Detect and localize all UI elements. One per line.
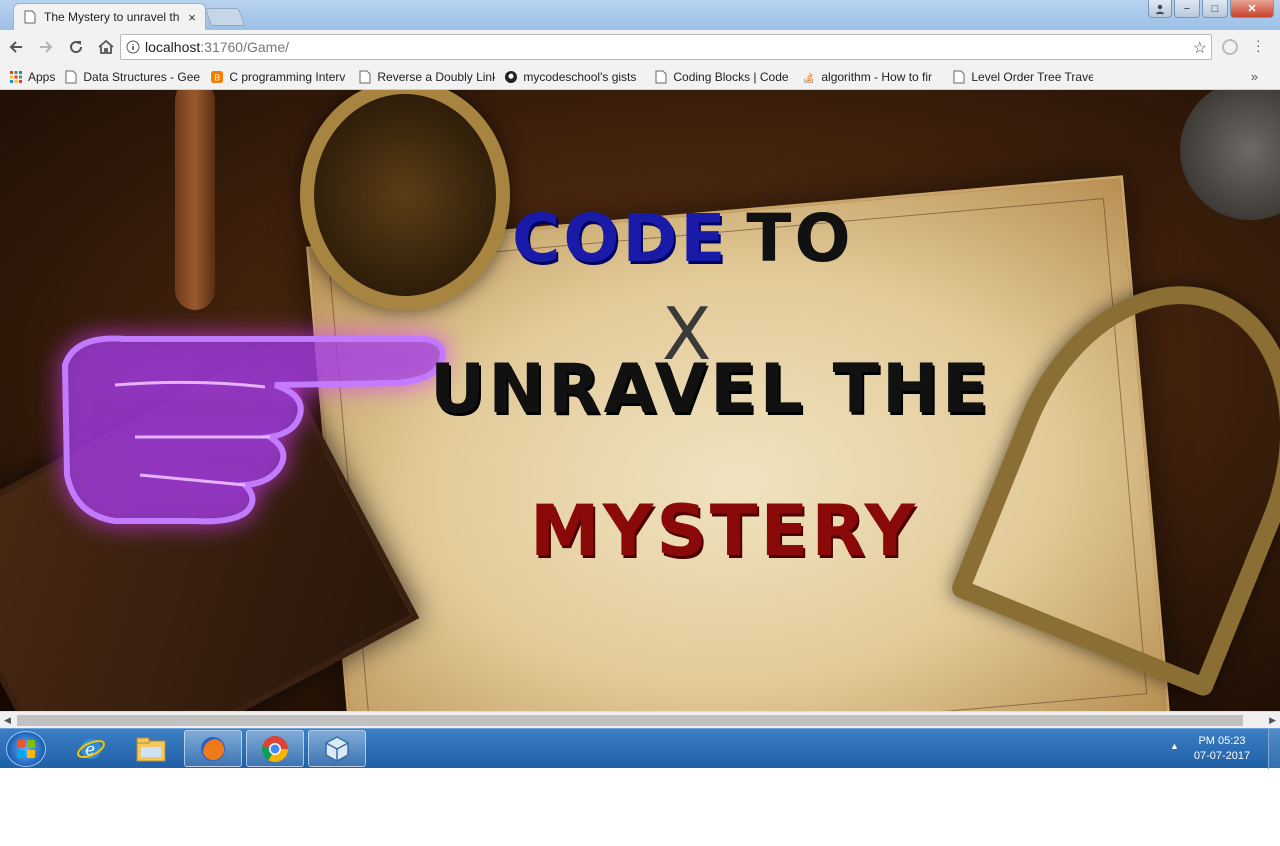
bookmark-label: Apps <box>28 69 56 84</box>
windows-taskbar: e ▲ PM 05:23 07-07-2017 <box>0 728 1280 769</box>
profile-button[interactable] <box>1148 0 1172 18</box>
url-host: localhost <box>145 39 201 55</box>
page-icon <box>65 70 77 83</box>
start-button[interactable] <box>6 731 46 767</box>
tab-close-button[interactable]: × <box>185 10 199 25</box>
info-icon[interactable] <box>121 40 145 54</box>
bookmark-data-structures[interactable]: Data Structures - Gee <box>65 70 201 84</box>
windows-logo-icon <box>17 740 35 758</box>
scroll-right-icon[interactable]: ▶ <box>1269 715 1276 726</box>
title-line-1: CODE TO <box>512 200 854 277</box>
page-icon <box>359 70 371 83</box>
bookmark-label: Data Structures - Gee <box>83 69 201 84</box>
reload-button[interactable] <box>62 33 90 61</box>
back-button[interactable] <box>2 33 30 61</box>
bookmark-level-order[interactable]: Level Order Tree Trave <box>953 70 1093 84</box>
bookmark-apps[interactable]: Apps <box>10 70 55 84</box>
wrench-image <box>175 90 215 310</box>
page-icon <box>24 10 36 24</box>
system-clock[interactable]: PM 05:23 07-07-2017 <box>1182 734 1262 764</box>
maximize-button[interactable]: □ <box>1202 0 1228 18</box>
forward-button[interactable] <box>32 33 60 61</box>
window-controls: − □ ✕ <box>1148 0 1274 18</box>
taskbar-internet-explorer[interactable]: e <box>62 730 120 767</box>
file-explorer-icon <box>136 737 166 761</box>
horizontal-scrollbar[interactable]: ◀ ▶ <box>0 711 1280 728</box>
virtualbox-icon <box>325 735 349 762</box>
pointing-hand-icon[interactable] <box>55 325 455 525</box>
github-icon <box>505 70 518 83</box>
metal-pot-image <box>1180 90 1280 220</box>
arrow-right-icon <box>40 41 53 53</box>
close-window-button[interactable]: ✕ <box>1230 0 1274 18</box>
bookmark-label: Coding Blocks | Code <box>673 69 789 84</box>
apps-grid-icon <box>10 70 22 83</box>
bookmark-label: C programming Interv <box>229 69 346 84</box>
chrome-menu-icon[interactable]: · · · <box>1256 33 1262 57</box>
url-path: :31760/Game/ <box>200 39 289 55</box>
internet-explorer-icon: e <box>77 738 105 760</box>
bookmark-reverse-doubly[interactable]: Reverse a Doubly Link <box>359 70 495 84</box>
user-icon <box>1156 4 1164 14</box>
bookmark-algorithm[interactable]: algorithm - How to fir <box>803 70 943 84</box>
scrollbar-thumb[interactable] <box>17 715 1243 726</box>
page-icon <box>655 70 667 83</box>
browser-title-bar: The Mystery to unravel th × − □ ✕ <box>0 0 1280 30</box>
sundial-compass-image <box>300 90 510 310</box>
browser-tab-active[interactable]: The Mystery to unravel th × <box>13 3 206 30</box>
address-bar[interactable]: localhost :31760/Game/ ☆ <box>120 34 1212 60</box>
extension-icon[interactable] <box>1222 39 1238 55</box>
svg-text:B: B <box>215 72 221 82</box>
scroll-left-icon[interactable]: ◀ <box>4 715 11 726</box>
clock-time: PM 05:23 <box>1198 735 1246 747</box>
show-hidden-icons-button[interactable]: ▲ <box>1170 741 1179 751</box>
game-splash: CODE TO X UNRAVEL THE MYSTERY <box>0 90 1280 711</box>
minimize-button[interactable]: − <box>1174 0 1200 18</box>
home-icon <box>98 39 114 54</box>
bookmark-label: algorithm - How to fir <box>821 69 933 84</box>
new-tab-button[interactable] <box>204 8 246 26</box>
clock-date: 07-07-2017 <box>1193 750 1251 762</box>
stackoverflow-icon <box>804 72 814 83</box>
bookmark-label: Level Order Tree Trave <box>971 69 1094 84</box>
taskbar-virtualbox[interactable] <box>308 730 366 767</box>
bookmark-mycodeschool[interactable]: mycodeschool's gists <box>505 70 645 84</box>
bookmark-c-programming[interactable]: B C programming Interv <box>211 70 349 84</box>
navigation-toolbar: localhost :31760/Game/ ☆ · · · <box>0 30 1280 64</box>
title-line-2: UNRAVEL THE <box>430 350 992 429</box>
title-word-to: TO <box>746 200 854 277</box>
taskbar-firefox[interactable] <box>184 730 242 767</box>
title-line-3: MYSTERY <box>530 490 919 572</box>
bookmarks-bar: Apps Data Structures - Gee B C programmi… <box>0 64 1280 90</box>
home-button[interactable] <box>92 33 120 61</box>
reload-icon <box>70 41 83 54</box>
bookmarks-overflow-button[interactable]: » <box>1251 69 1258 84</box>
bookmark-coding-blocks[interactable]: Coding Blocks | Code <box>655 70 793 84</box>
arrow-left-icon <box>9 41 22 53</box>
title-word-code: CODE <box>512 200 729 277</box>
bookmark-label: mycodeschool's gists <box>523 69 637 84</box>
show-desktop-button[interactable] <box>1268 729 1280 769</box>
bookmark-star-icon[interactable]: ☆ <box>1193 38 1207 58</box>
page-icon <box>953 70 965 83</box>
firefox-icon <box>201 736 225 761</box>
taskbar-file-explorer[interactable] <box>122 730 180 767</box>
chrome-icon <box>261 735 289 762</box>
tab-title: The Mystery to unravel th <box>44 10 180 24</box>
blogger-icon: B <box>211 70 224 83</box>
bookmark-label: Reverse a Doubly Link <box>377 69 496 84</box>
taskbar-chrome[interactable] <box>246 730 304 767</box>
